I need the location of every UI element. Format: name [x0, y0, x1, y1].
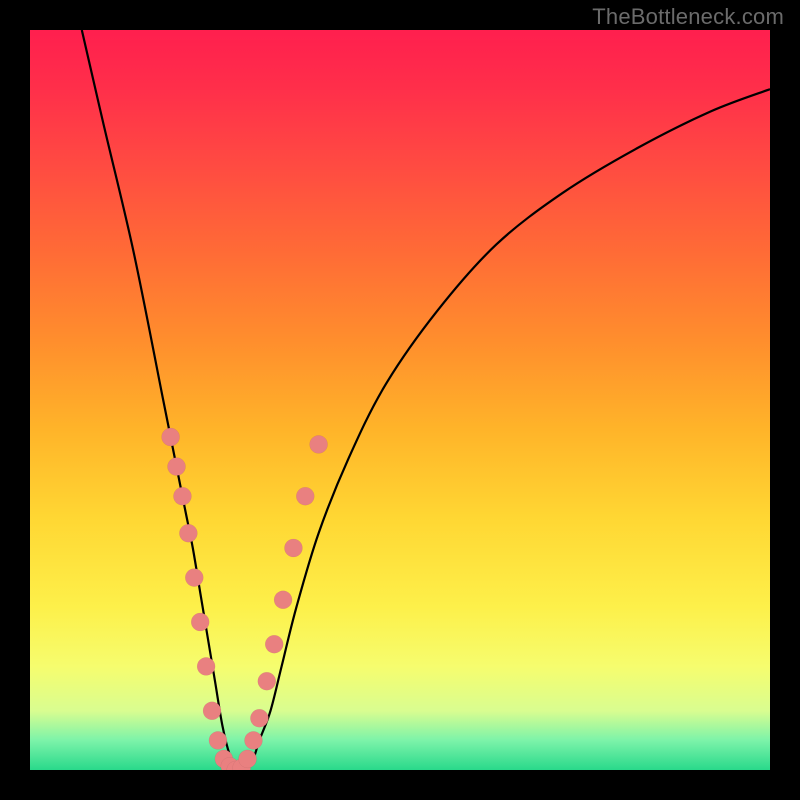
highlight-dot: [203, 702, 221, 720]
highlight-dot: [258, 672, 276, 690]
highlight-dot: [244, 731, 262, 749]
highlight-dot: [274, 591, 292, 609]
highlight-dot: [296, 487, 314, 505]
chart-frame: TheBottleneck.com: [0, 0, 800, 800]
highlight-dot: [250, 709, 268, 727]
highlight-dot: [209, 731, 227, 749]
highlight-dot: [173, 487, 191, 505]
watermark-text: TheBottleneck.com: [592, 4, 784, 30]
chart-plot-area: [30, 30, 770, 770]
highlight-dot: [197, 657, 215, 675]
highlight-dots-group: [162, 428, 328, 770]
highlight-dot: [185, 569, 203, 587]
highlight-dot: [168, 458, 186, 476]
highlight-dot: [239, 750, 257, 768]
highlight-dot: [179, 524, 197, 542]
highlight-dot: [162, 428, 180, 446]
bottleneck-curve: [82, 30, 770, 770]
highlight-dot: [284, 539, 302, 557]
highlight-dot: [265, 635, 283, 653]
highlight-dot: [310, 435, 328, 453]
highlight-dot: [191, 613, 209, 631]
chart-svg: [30, 30, 770, 770]
